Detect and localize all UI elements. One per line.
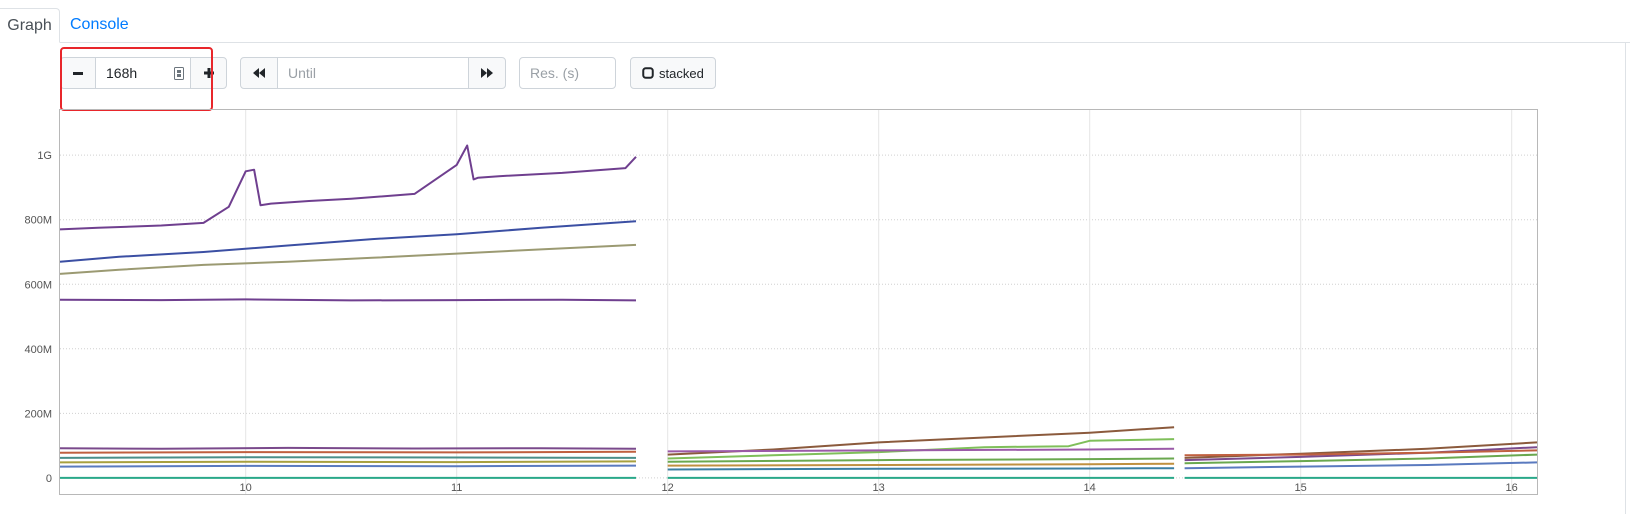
series-line[interactable] [59, 464, 637, 468]
x-tick-label: 14 [1084, 482, 1096, 494]
x-tick-label: 16 [1506, 482, 1518, 494]
y-tick-label: 600M [24, 279, 52, 291]
y-tick-label: 0 [46, 473, 52, 485]
tab-graph[interactable]: Graph [0, 8, 60, 43]
tick-labels: 0 200M 400M 600M 800M 1G 10 11 12 13 14 15 16 [24, 150, 1517, 494]
series-line[interactable] [59, 450, 637, 454]
series-line[interactable] [59, 243, 637, 275]
y-tick-label: 1G [37, 150, 52, 162]
series-layer [59, 144, 1538, 479]
grid [60, 110, 1537, 494]
series-line[interactable] [59, 220, 637, 263]
series-line[interactable] [59, 460, 637, 464]
series-line[interactable] [59, 144, 637, 231]
x-tick-label: 12 [662, 482, 674, 494]
series-line[interactable] [59, 456, 637, 459]
y-tick-label: 400M [24, 344, 52, 356]
y-tick-label: 800M [24, 215, 52, 227]
series-line[interactable] [667, 462, 1175, 467]
y-tick-label: 200M [24, 408, 52, 420]
graph-plot[interactable]: 0 200M 400M 600M 800M 1G 10 11 12 13 14 15 16 [0, 0, 1630, 514]
plot-frame [59, 109, 1538, 495]
x-tick-label: 15 [1295, 482, 1307, 494]
series-line[interactable] [59, 298, 637, 302]
x-tick-label: 13 [873, 482, 885, 494]
series-line[interactable] [667, 467, 1175, 471]
x-tick-label: 11 [451, 482, 462, 494]
series-line[interactable] [667, 457, 1175, 463]
x-tick-label: 10 [240, 482, 252, 494]
series-line[interactable] [59, 446, 637, 450]
